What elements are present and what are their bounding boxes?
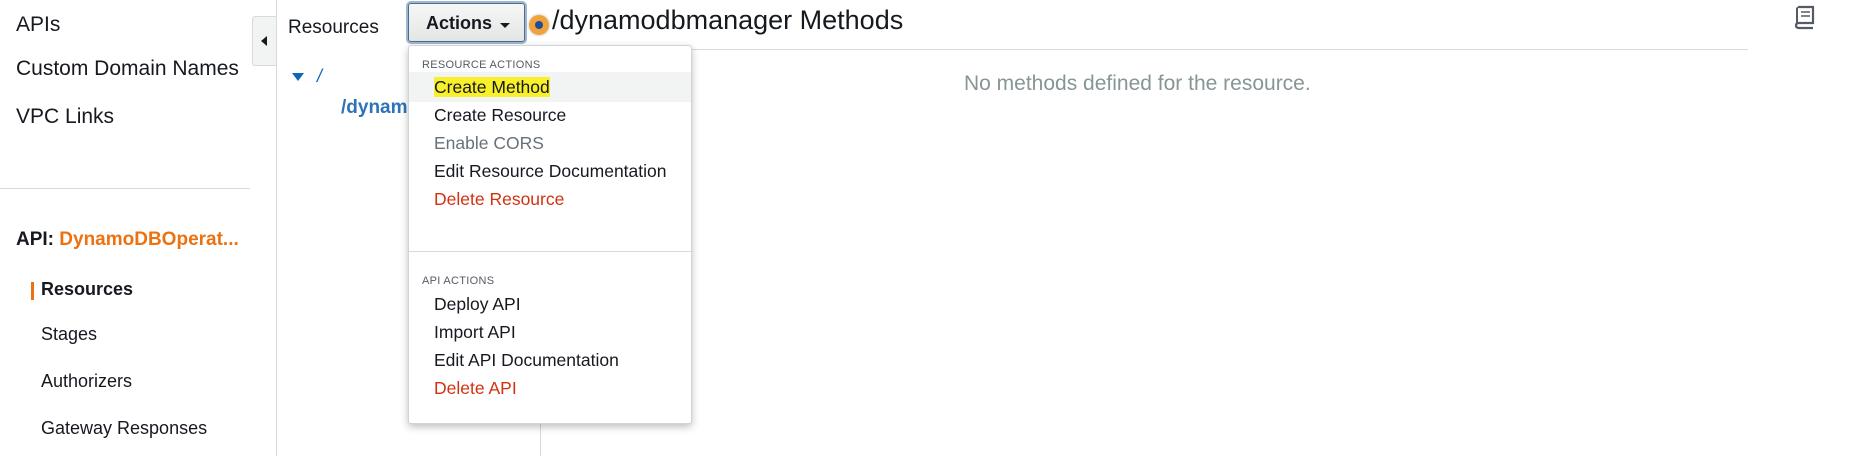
menu-divider	[409, 251, 691, 252]
book-icon[interactable]	[1791, 4, 1817, 30]
nav-item-authorizers[interactable]: Authorizers	[41, 371, 132, 392]
nav-item-stages[interactable]: Stages	[41, 324, 97, 345]
menu-item-edit-api-documentation[interactable]: Edit API Documentation	[409, 345, 691, 375]
nav-item-gateway-responses[interactable]: Gateway Responses	[41, 418, 207, 439]
actions-button-label: Actions	[426, 13, 493, 33]
actions-button[interactable]: Actions	[408, 3, 525, 42]
dropdown-caret-icon	[500, 23, 510, 28]
menu-item-create-resource[interactable]: Create Resource	[409, 100, 691, 130]
collapse-nav-button[interactable]	[252, 16, 276, 66]
tree-root-resource[interactable]: /	[317, 66, 322, 87]
nav-link-vpc-links[interactable]: VPC Links	[16, 105, 114, 129]
resources-panel-label: Resources	[288, 17, 379, 38]
api-name-link[interactable]: DynamoDBOperat...	[59, 229, 238, 250]
nav-divider	[0, 188, 250, 189]
menu-item-label: Create Method	[434, 77, 550, 97]
nav-link-custom-domain-names[interactable]: Custom Domain Names	[16, 57, 239, 81]
left-navigation: APIs Custom Domain Names VPC Links API: …	[0, 0, 276, 456]
actions-dropdown-menu: RESOURCE ACTIONS Create Method Create Re…	[408, 45, 692, 424]
page-title: /dynamodbmanager Methods	[552, 5, 904, 35]
collapse-left-icon	[261, 36, 267, 46]
menu-item-edit-resource-documentation[interactable]: Edit Resource Documentation	[409, 156, 691, 186]
api-title: API: DynamoDBOperat...	[16, 229, 239, 251]
empty-methods-message: No methods defined for the resource.	[964, 72, 1311, 95]
title-divider	[548, 49, 1748, 50]
menu-item-enable-cors: Enable CORS	[434, 133, 544, 153]
nav-item-resources[interactable]: Resources	[41, 279, 133, 300]
notification-dot-icon	[529, 15, 549, 35]
menu-header-api-actions: API ACTIONS	[422, 275, 495, 287]
active-item-indicator	[31, 282, 34, 300]
tree-child-resource[interactable]: /dynamodbmanager	[341, 97, 407, 119]
menu-header-resource-actions: RESOURCE ACTIONS	[422, 59, 541, 71]
menu-item-delete-resource[interactable]: Delete Resource	[409, 184, 691, 214]
nav-border	[276, 0, 277, 456]
tree-expand-icon[interactable]	[292, 73, 304, 81]
menu-item-create-method[interactable]: Create Method	[409, 72, 691, 102]
menu-item-deploy-api[interactable]: Deploy API	[409, 289, 691, 319]
menu-item-delete-api[interactable]: Delete API	[409, 373, 691, 403]
api-title-prefix: API:	[16, 229, 54, 250]
nav-link-apis[interactable]: APIs	[16, 13, 60, 37]
menu-item-import-api[interactable]: Import API	[409, 317, 691, 347]
